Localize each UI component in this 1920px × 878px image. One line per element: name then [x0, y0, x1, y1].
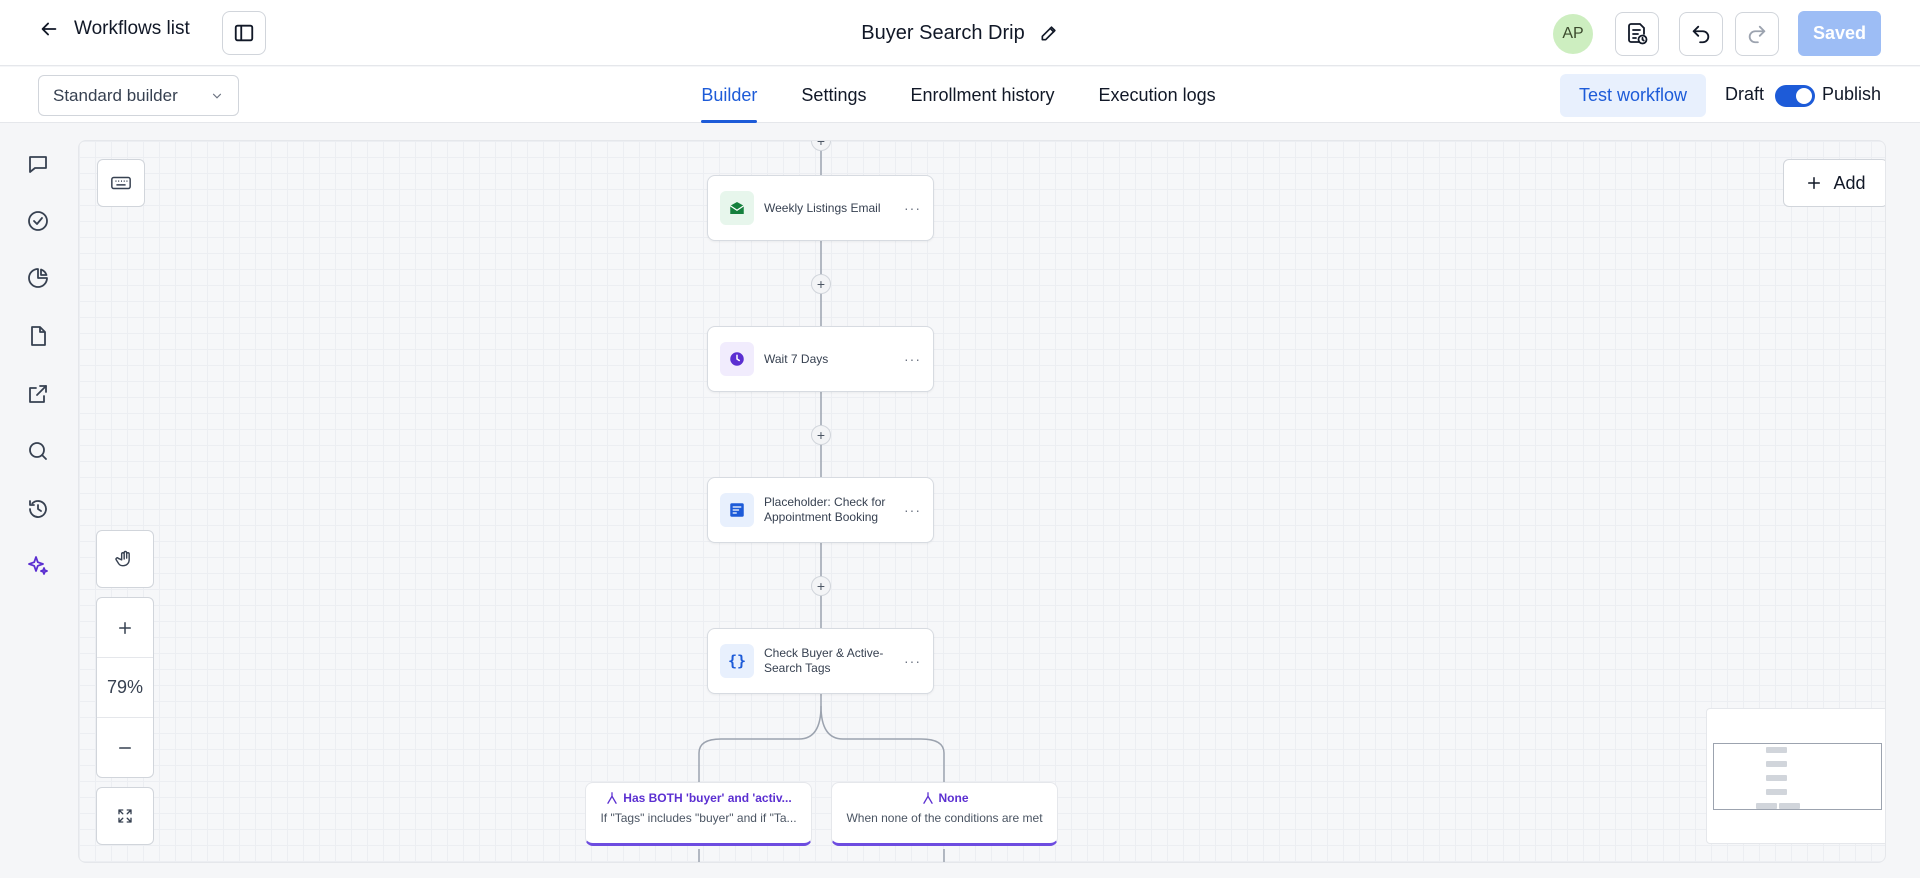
external-link-icon[interactable]: [26, 382, 50, 406]
plus-icon: [1808, 177, 1821, 189]
add-step-plus[interactable]: +: [811, 576, 831, 596]
node-label: Check Buyer & Active-Search Tags: [764, 646, 884, 675]
branch-description: When none of the conditions are met: [846, 811, 1043, 825]
branch-none[interactable]: None When none of the conditions are met: [831, 782, 1058, 846]
branch-icon: [922, 792, 933, 804]
zoom-controls: 79%: [96, 597, 154, 778]
workflow-node[interactable]: Weekly Listings Email ···: [707, 175, 934, 241]
saved-button[interactable]: Saved: [1798, 11, 1881, 56]
publish-toggle[interactable]: [1775, 85, 1815, 107]
keyboard-icon: [111, 176, 131, 190]
draft-label: Draft: [1725, 84, 1765, 104]
node-label: Wait 7 Days: [764, 351, 829, 366]
more-icon[interactable]: ···: [904, 653, 921, 669]
branch-title: Has BOTH 'buyer' and 'activ...: [623, 791, 792, 805]
note-icon: [720, 493, 754, 527]
workflow-node[interactable]: Placeholder: Check for Appointment Booki…: [707, 477, 934, 543]
user-avatar[interactable]: AP: [1553, 14, 1593, 54]
zoom-level-text: 79%: [106, 677, 144, 697]
email-icon: [720, 191, 754, 225]
version-history-button[interactable]: [1615, 12, 1659, 56]
expand-icon: [118, 809, 132, 823]
more-icon[interactable]: ···: [904, 200, 921, 216]
minus-icon: [119, 747, 131, 749]
search-icon[interactable]: [26, 439, 50, 463]
branch-description: If "Tags" includes "buyer" and if "Ta...: [600, 811, 797, 825]
tab-enrollment-history[interactable]: Enrollment history: [910, 67, 1054, 123]
back-to-workflows-link[interactable]: Workflows list: [38, 18, 190, 40]
workflow-node[interactable]: {} Check Buyer & Active-Search Tags ···: [707, 628, 934, 694]
builder-select-value: Standard builder: [53, 85, 178, 105]
tab-settings[interactable]: Settings: [801, 67, 866, 123]
branch-condition[interactable]: Has BOTH 'buyer' and 'activ... If "Tags"…: [585, 782, 812, 846]
node-label: Weekly Listings Email: [764, 200, 881, 215]
add-node-button[interactable]: Add: [1783, 159, 1885, 207]
workflow-node[interactable]: Wait 7 Days ···: [707, 326, 934, 392]
add-label: Add: [1833, 172, 1866, 193]
fit-view-button[interactable]: [96, 787, 154, 845]
more-icon[interactable]: ···: [904, 502, 921, 518]
redo-icon: [1748, 25, 1766, 44]
undo-button[interactable]: [1679, 12, 1723, 56]
file-icon[interactable]: [26, 324, 50, 348]
redo-button[interactable]: [1735, 12, 1779, 56]
undo-icon: [1692, 25, 1710, 44]
back-label: Workflows list: [74, 18, 190, 39]
branch-icon: [607, 792, 618, 804]
zoom-level: 79%: [97, 658, 153, 718]
history-icon[interactable]: [26, 497, 50, 521]
workflow-title: Buyer Search Drip: [861, 21, 1025, 44]
plus-icon: [119, 621, 131, 634]
node-label: Placeholder: Check for Appointment Booki…: [764, 495, 886, 524]
tab-builder[interactable]: Builder: [701, 67, 758, 123]
sidebar-toggle-button[interactable]: [222, 11, 266, 55]
sidebar-panel-icon: [234, 24, 254, 42]
add-step-plus[interactable]: +: [811, 425, 831, 445]
pie-chart-icon[interactable]: [26, 266, 50, 290]
test-workflow-button[interactable]: Test workflow: [1560, 74, 1706, 117]
connector-lines: [698, 141, 945, 862]
arrow-left-icon: [41, 22, 57, 36]
tab-execution-logs[interactable]: Execution logs: [1099, 67, 1216, 123]
pan-hand-button[interactable]: [96, 530, 154, 588]
keyboard-shortcuts-button[interactable]: [97, 159, 145, 207]
zoom-in-button[interactable]: [97, 598, 153, 658]
zoom-out-button[interactable]: [97, 718, 153, 778]
minimap-viewport[interactable]: [1713, 743, 1882, 810]
hand-icon: [115, 550, 130, 567]
check-circle-icon[interactable]: [26, 209, 50, 233]
sparkles-icon[interactable]: [26, 554, 50, 578]
braces-icon: {}: [720, 644, 754, 678]
workflow-canvas[interactable]: + Add Weekly Listings Email ··· + Wait 7…: [78, 140, 1886, 863]
pencil-icon[interactable]: [1039, 23, 1059, 43]
add-step-plus[interactable]: +: [811, 274, 831, 294]
builder-type-select[interactable]: Standard builder: [38, 75, 239, 116]
minimap[interactable]: [1706, 708, 1885, 844]
document-clock-icon: [1628, 23, 1648, 45]
top-bar: Workflows list Buyer Search Drip AP Save…: [0, 0, 1920, 66]
publish-label: Publish: [1822, 84, 1882, 104]
branch-title: None: [938, 791, 969, 805]
sub-bar: Standard builder Builder Settings Enroll…: [0, 67, 1920, 123]
chat-icon[interactable]: [26, 152, 50, 176]
more-icon[interactable]: ···: [904, 351, 921, 367]
clock-icon: [720, 342, 754, 376]
chevron-down-icon: [212, 93, 222, 99]
